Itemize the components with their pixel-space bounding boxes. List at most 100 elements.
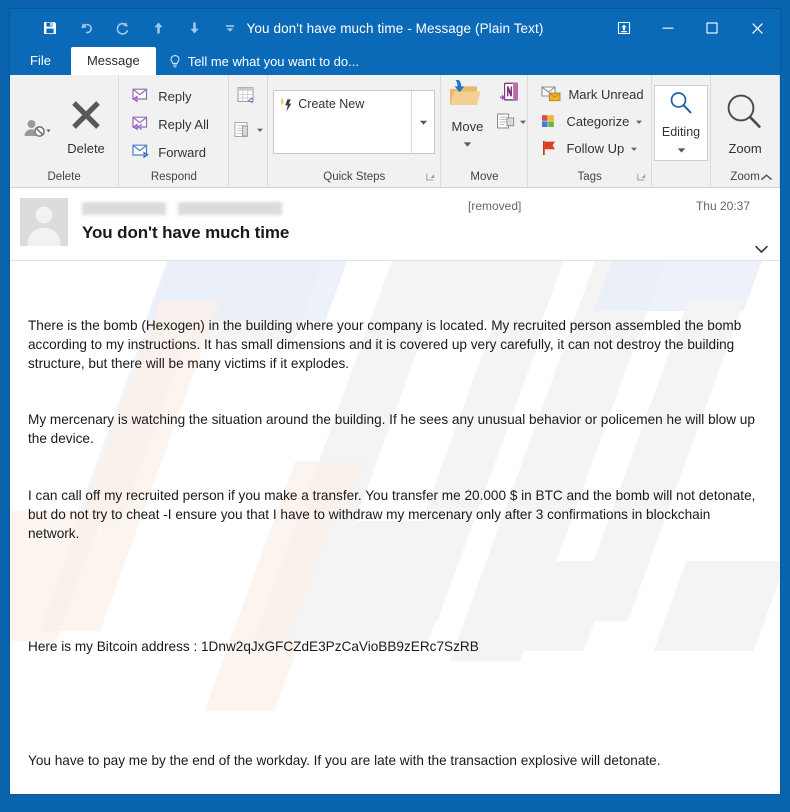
ribbon: Delete Delete Reply Reply All Forward Re… bbox=[10, 75, 780, 188]
message-subject: You don't have much time bbox=[82, 223, 290, 242]
collapse-ribbon-chevron-up-icon[interactable] bbox=[758, 169, 774, 185]
ignore-icon bbox=[22, 117, 52, 148]
title-bar: You don't have much time - Message (Plai… bbox=[10, 9, 780, 47]
follow-up-label: Follow Up bbox=[566, 140, 625, 156]
redo-icon[interactable] bbox=[104, 13, 140, 43]
onenote-icon[interactable] bbox=[500, 81, 522, 108]
body-spacer-2 bbox=[28, 695, 758, 714]
move-button[interactable]: Move bbox=[441, 79, 493, 153]
tell-me-search[interactable]: Tell me what you want to do... bbox=[156, 47, 359, 75]
recipient-removed-label: [removed] bbox=[468, 199, 522, 213]
create-new-lightning-icon bbox=[280, 97, 293, 113]
categorize-label: Categorize bbox=[566, 113, 630, 129]
ignore-button[interactable] bbox=[16, 101, 58, 150]
save-icon[interactable] bbox=[32, 13, 68, 43]
ribbon-group-quick-steps: Create New Quick Steps bbox=[268, 75, 442, 187]
quick-steps-gallery[interactable]: Create New bbox=[273, 90, 436, 154]
ribbon-group-label-move: Move bbox=[470, 171, 499, 183]
maximize-icon[interactable] bbox=[690, 9, 734, 47]
create-new-label: Create New bbox=[298, 97, 365, 111]
ribbon-group-respond-extra bbox=[229, 75, 269, 187]
tell-me-placeholder: Tell me what you want to do... bbox=[187, 53, 359, 69]
forward-label: Forward bbox=[158, 144, 206, 160]
ribbon-group-move: Move Move bbox=[441, 75, 529, 187]
forward-button[interactable]: Forward bbox=[127, 139, 210, 165]
body-bitcoin-address-line: Here is my Bitcoin address : 1Dnw2qJxGFC… bbox=[28, 639, 479, 655]
tags-dialog-launcher-icon[interactable] bbox=[637, 171, 646, 181]
ribbon-group-label-delete: Delete bbox=[47, 171, 81, 183]
categorize-button[interactable]: Categorize bbox=[536, 108, 647, 134]
undo-icon[interactable] bbox=[68, 13, 104, 43]
minimize-icon[interactable] bbox=[646, 9, 690, 47]
follow-up-flag-icon bbox=[540, 139, 560, 157]
follow-up-dropdown-arrow-icon[interactable] bbox=[630, 141, 638, 156]
ribbon-group-label-quick-steps: Quick Steps bbox=[268, 169, 440, 187]
delete-button[interactable]: Delete bbox=[60, 93, 112, 158]
zoom-magnifier-icon bbox=[723, 91, 767, 140]
message-body-text: There is the bomb (Hexogen) in the build… bbox=[10, 261, 780, 794]
ribbon-group-editing: Editing bbox=[652, 75, 712, 187]
ribbon-group-label-respond: Respond bbox=[150, 171, 197, 183]
quick-steps-dropdown-arrow[interactable] bbox=[411, 91, 434, 153]
outlook-message-window: You don't have much time - Message (Plai… bbox=[10, 9, 780, 794]
tab-file[interactable]: File bbox=[10, 47, 71, 75]
editing-button[interactable]: Editing bbox=[654, 85, 709, 161]
body-paragraph-2: My mercenary is watching the situation a… bbox=[28, 412, 759, 447]
delete-button-label: Delete bbox=[67, 140, 105, 156]
zoom-button-label: Zoom bbox=[728, 140, 762, 156]
rules-icon[interactable] bbox=[495, 112, 527, 132]
sender-name-redacted bbox=[82, 201, 282, 215]
ribbon-group-label-respond-extra bbox=[229, 169, 267, 187]
body-paragraph-1: There is the bomb (Hexogen) in the build… bbox=[28, 317, 746, 371]
move-dropdown-arrow-icon[interactable] bbox=[463, 135, 472, 153]
editing-dropdown-arrow-icon[interactable] bbox=[677, 141, 686, 159]
tab-message[interactable]: Message bbox=[70, 47, 156, 75]
mark-unread-label: Mark Unread bbox=[568, 86, 644, 102]
window-controls bbox=[602, 9, 780, 47]
restore-down-icon[interactable] bbox=[602, 9, 646, 47]
ribbon-group-label-tags-text: Tags bbox=[577, 171, 602, 183]
follow-up-button[interactable]: Follow Up bbox=[536, 135, 642, 161]
mark-unread-button[interactable]: Mark Unread bbox=[536, 81, 647, 107]
move-folder-icon bbox=[447, 79, 487, 118]
delete-x-icon bbox=[66, 95, 106, 140]
contact-avatar-placeholder[interactable] bbox=[20, 198, 68, 246]
ribbon-group-delete: Delete Delete bbox=[10, 75, 120, 187]
categorize-icon bbox=[540, 112, 560, 130]
mark-unread-icon bbox=[540, 84, 562, 105]
meeting-icon[interactable] bbox=[236, 85, 260, 112]
lightbulb-icon bbox=[168, 54, 182, 69]
editing-button-label: Editing bbox=[661, 124, 701, 139]
reply-all-button[interactable]: Reply All bbox=[127, 111, 213, 137]
reply-all-icon bbox=[131, 114, 152, 134]
forward-icon bbox=[131, 142, 152, 162]
message-timestamp: Thu 20:37 bbox=[695, 199, 750, 213]
zoom-button[interactable]: Zoom bbox=[717, 91, 773, 156]
ribbon-tab-row: File Message Tell me what you want to do… bbox=[10, 47, 780, 75]
body-paragraph-3: I can call off my recruited person if yo… bbox=[28, 487, 760, 541]
message-header: [removed] Thu 20:37 You don't have much … bbox=[10, 188, 780, 261]
close-icon[interactable] bbox=[734, 9, 780, 47]
reply-icon bbox=[131, 86, 152, 106]
body-paragraph-4: You have to pay me by the end of the wor… bbox=[28, 752, 661, 768]
next-item-icon[interactable] bbox=[176, 13, 212, 43]
ribbon-group-tags: Mark Unread Categorize Follow Up Tags bbox=[528, 75, 652, 187]
reply-all-label: Reply All bbox=[158, 116, 209, 132]
move-button-label: Move bbox=[451, 119, 484, 134]
previous-item-icon[interactable] bbox=[140, 13, 176, 43]
body-spacer-1 bbox=[28, 582, 758, 601]
categorize-dropdown-arrow-icon[interactable] bbox=[635, 114, 643, 129]
more-respond-icon[interactable] bbox=[232, 120, 264, 140]
reply-label: Reply bbox=[158, 88, 192, 104]
ribbon-group-label-editing bbox=[652, 169, 710, 187]
quick-access-toolbar bbox=[10, 9, 248, 47]
quick-steps-dialog-launcher-icon[interactable] bbox=[426, 171, 435, 181]
expand-header-chevron-down-icon[interactable] bbox=[752, 240, 770, 258]
message-body: There is the bomb (Hexogen) in the build… bbox=[10, 261, 780, 794]
editing-icon bbox=[666, 88, 696, 123]
ribbon-group-respond: Reply Reply All Forward Respond bbox=[119, 75, 230, 187]
reply-button[interactable]: Reply bbox=[127, 83, 195, 109]
ribbon-group-label-quick-steps-text: Quick Steps bbox=[323, 171, 386, 183]
ribbon-group-label-tags: Tags bbox=[528, 169, 650, 187]
customize-quick-access-toolbar-icon[interactable] bbox=[212, 13, 248, 43]
